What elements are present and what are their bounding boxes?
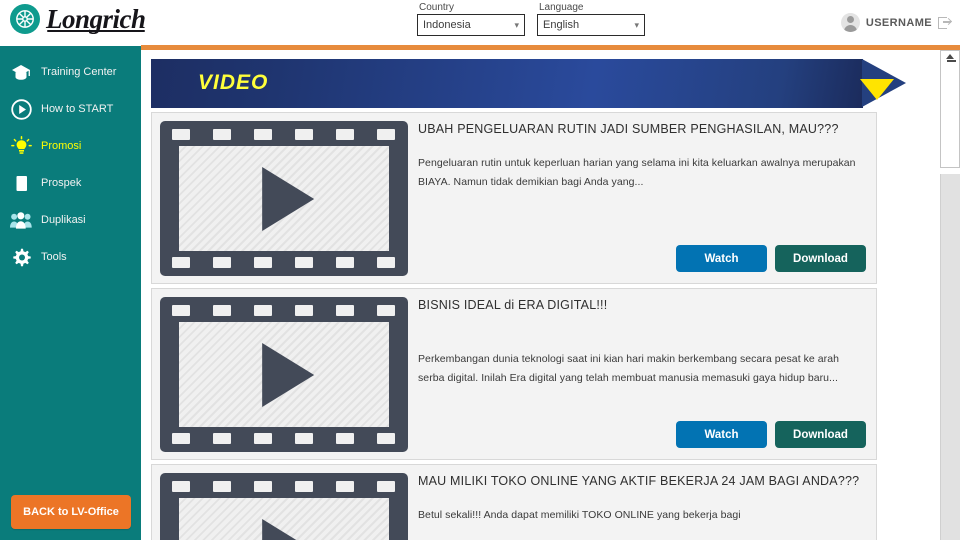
sidebar-item-label: Duplikasi	[41, 214, 86, 226]
video-description: Pengeluaran rutin untuk keperluan harian…	[418, 156, 856, 189]
film-strip-play-icon[interactable]	[160, 297, 408, 452]
gear-icon	[10, 247, 32, 269]
video-description: Perkembangan dunia teknologi saat ini ki…	[418, 352, 839, 385]
user-menu[interactable]: USERNAME	[840, 13, 952, 32]
flower-logo-icon	[10, 4, 40, 34]
video-description: Betul sekali!!! Anda dapat memiliki TOKO…	[418, 508, 741, 521]
top-header: Longrich Country Indonesia ▾ Language En…	[0, 0, 960, 46]
play-circle-icon	[10, 99, 32, 121]
download-button[interactable]: Download	[775, 245, 866, 272]
app-root: Longrich Country Indonesia ▾ Language En…	[0, 0, 960, 540]
page-scrollbar-thumb[interactable]	[940, 50, 960, 168]
video-card-body: MAU MILIKI TOKO ONLINE YANG AKTIF BEKERJ…	[418, 473, 866, 525]
sidebar-item-label: Training Center	[41, 66, 117, 78]
brand-logo[interactable]: Longrich	[10, 4, 146, 34]
brand-underline	[47, 29, 145, 32]
video-title: BISNIS IDEAL di ERA DIGITAL!!!	[418, 298, 608, 312]
brand-name: Longrich	[46, 5, 146, 33]
country-label: Country	[419, 2, 455, 13]
video-title: UBAH PENGELUARAN RUTIN JADI SUMBER PENGH…	[418, 122, 839, 136]
film-strip-play-icon[interactable]	[160, 473, 408, 540]
sidebar-item-training-center[interactable]: Training Center	[0, 54, 141, 91]
sidebar-item-tools[interactable]: Tools	[0, 239, 141, 276]
sidebar-item-label: How to START	[41, 103, 114, 115]
scrollbar-gap	[940, 168, 960, 174]
video-card-body: BISNIS IDEAL di ERA DIGITAL!!! Perkemban…	[418, 297, 866, 389]
video-card-actions: Watch Download	[676, 421, 866, 448]
scroll-up-arrow-bar	[947, 60, 956, 62]
user-avatar-icon	[840, 13, 860, 32]
people-group-icon	[10, 210, 32, 232]
sidebar-item-promosi[interactable]: Promosi	[0, 128, 141, 165]
watch-button[interactable]: Watch	[676, 245, 767, 272]
language-value: English	[543, 19, 580, 31]
country-value: Indonesia	[423, 19, 471, 31]
video-card-actions: Watch Download	[676, 245, 866, 272]
triangle-down-icon[interactable]	[860, 79, 894, 100]
video-title: MAU MILIKI TOKO ONLINE YANG AKTIF BEKERJ…	[418, 474, 860, 488]
sidebar: Training Center How to START Promosi Pro…	[0, 46, 141, 540]
sidebar-item-prospek[interactable]: Prospek	[0, 165, 141, 202]
watch-button[interactable]: Watch	[676, 421, 767, 448]
chevron-down-icon: ▾	[634, 19, 639, 30]
logout-icon[interactable]	[938, 16, 952, 30]
sidebar-item-label: Tools	[41, 251, 67, 263]
country-select[interactable]: Indonesia ▾	[417, 14, 525, 36]
chevron-down-icon: ▾	[514, 19, 519, 30]
username-label: USERNAME	[865, 16, 932, 29]
banner-title: VIDEO	[198, 71, 269, 94]
language-select-group: Language English ▾	[537, 2, 645, 36]
sidebar-item-label: Prospek	[41, 177, 82, 189]
video-card-body: UBAH PENGELUARAN RUTIN JADI SUMBER PENGH…	[418, 121, 866, 193]
video-card: UBAH PENGELUARAN RUTIN JADI SUMBER PENGH…	[151, 112, 877, 284]
video-banner[interactable]: VIDEO	[151, 59, 906, 108]
film-strip-play-icon[interactable]	[160, 121, 408, 276]
sidebar-item-how-to-start[interactable]: How to START	[0, 91, 141, 128]
video-card: BISNIS IDEAL di ERA DIGITAL!!! Perkemban…	[151, 288, 877, 460]
document-icon	[10, 173, 32, 195]
sidebar-item-label: Promosi	[41, 140, 82, 152]
graduation-cap-icon	[10, 62, 32, 84]
country-select-group: Country Indonesia ▾	[417, 2, 525, 36]
sidebar-item-duplikasi[interactable]: Duplikasi	[0, 202, 141, 239]
video-card: MAU MILIKI TOKO ONLINE YANG AKTIF BEKERJ…	[151, 464, 877, 540]
main-content: VIDEO UBAH PENGELUARAN RUTIN JADI SUMBER…	[141, 50, 940, 540]
back-to-lv-office-button[interactable]: BACK to LV-Office	[11, 495, 131, 529]
lightbulb-icon	[10, 136, 32, 158]
language-label: Language	[539, 2, 584, 13]
language-select[interactable]: English ▾	[537, 14, 645, 36]
scroll-up-arrow-icon[interactable]	[946, 54, 954, 59]
download-button[interactable]: Download	[775, 421, 866, 448]
